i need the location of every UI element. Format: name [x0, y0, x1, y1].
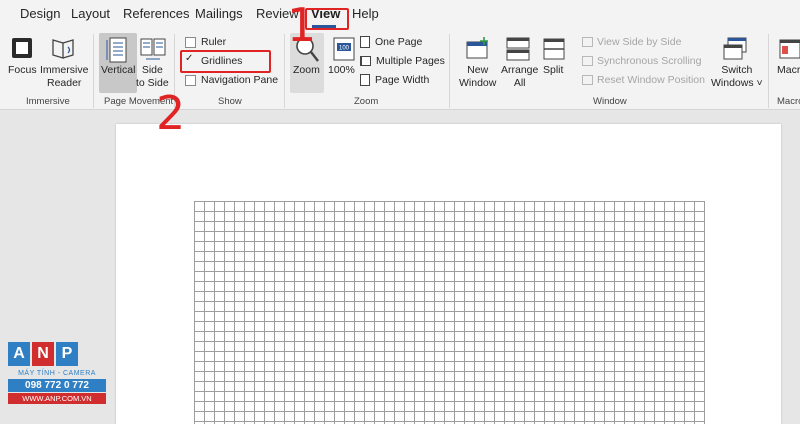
one-page-label: One Page: [375, 36, 423, 48]
page-width-label: Page Width: [375, 74, 430, 86]
new-window-button[interactable]: New Window: [459, 64, 496, 90]
ruler-checkbox-box[interactable]: [185, 36, 196, 48]
view-side-by-side-icon: [582, 37, 593, 47]
switch-windows-line1: Switch: [721, 64, 753, 76]
arrange-all-line1: Arrange: [501, 64, 539, 76]
anp-logo: A N P MÁY TÍNH - CAMERA 098 772 0 772 WW…: [8, 342, 106, 418]
logo-letter-a: A: [8, 342, 30, 366]
new-window-line1: New: [467, 64, 489, 76]
arrange-all-button[interactable]: Arrange All: [501, 64, 538, 90]
navigation-pane-checkbox[interactable]: Navigation Pane: [185, 74, 278, 86]
ribbon: Focus Immersive Reader Immersive Vertica…: [0, 30, 800, 110]
group-label-window: Window: [593, 96, 627, 107]
synchronous-scrolling-button[interactable]: Synchronous Scrolling: [582, 55, 701, 67]
view-side-by-side-label: View Side by Side: [597, 36, 682, 48]
new-window-line2: Window: [459, 77, 497, 89]
switch-windows-icon[interactable]: [722, 36, 748, 67]
immersive-reader-line2: Reader: [46, 77, 82, 89]
zoom-button[interactable]: Zoom: [293, 64, 320, 77]
tab-mailings[interactable]: Mailings: [195, 6, 243, 21]
arrange-all-line2: All: [513, 77, 526, 89]
tab-design[interactable]: Design: [20, 6, 60, 21]
step-number-1: 1: [287, 0, 317, 52]
logo-letter-p: P: [56, 342, 78, 366]
zoom-100-icon-text: 100: [339, 46, 350, 52]
reset-window-position-button[interactable]: Reset Window Position: [582, 74, 705, 86]
tab-layout[interactable]: Layout: [71, 6, 110, 21]
one-page-button[interactable]: One Page: [360, 36, 422, 48]
immersive-reader-icon[interactable]: [50, 35, 76, 66]
logo-tagline: MÁY TÍNH - CAMERA: [18, 370, 96, 377]
zoom-100-button[interactable]: 100%: [328, 64, 355, 77]
synchronous-scrolling-icon: [582, 56, 593, 66]
one-page-icon: [360, 36, 370, 48]
page-width-button[interactable]: Page Width: [360, 74, 429, 86]
step-number-2: 2: [156, 86, 186, 140]
ribbon-tab-bar: Design Layout References Mailings Review…: [0, 0, 800, 30]
logo-phone: 098 772 0 772: [8, 379, 106, 392]
group-separator: [284, 34, 285, 108]
logo-letter-n: N: [32, 342, 54, 366]
synchronous-scrolling-label: Synchronous Scrolling: [597, 55, 702, 67]
tab-help[interactable]: Help: [352, 6, 379, 21]
vertical-button[interactable]: Vertical: [101, 64, 135, 77]
logo-letters: A N P: [8, 342, 106, 366]
navigation-pane-label: Navigation Pane: [201, 74, 279, 86]
macros-icon[interactable]: [778, 36, 800, 67]
tab-references[interactable]: References: [123, 6, 189, 21]
ruler-checkbox[interactable]: Ruler: [185, 36, 226, 48]
focus-button[interactable]: Focus: [8, 64, 37, 77]
group-separator: [93, 34, 94, 108]
logo-website: WWW.ANP.COM.VN: [8, 393, 106, 404]
side-to-side-line1: Side: [141, 64, 163, 76]
immersive-reader-button[interactable]: Immersive Reader: [40, 64, 88, 90]
group-label-show: Show: [218, 96, 242, 107]
group-label-macros: Macros: [777, 96, 800, 107]
ruler-label: Ruler: [201, 36, 227, 48]
immersive-reader-line1: Immersive: [40, 64, 89, 76]
multiple-pages-label: Multiple Pages: [376, 55, 445, 67]
split-button[interactable]: Split: [543, 64, 563, 77]
switch-windows-button[interactable]: Switch Windows ˅: [711, 64, 763, 90]
switch-windows-line2: Windows ˅: [711, 77, 763, 89]
arrange-all-icon[interactable]: [505, 36, 531, 67]
multiple-pages-button[interactable]: Multiple Pages: [360, 55, 445, 67]
zoom-100-icon[interactable]: 100: [333, 37, 355, 66]
side-to-side-icon[interactable]: [140, 37, 166, 66]
reset-window-position-icon: [582, 75, 593, 85]
group-label-immersive: Immersive: [26, 96, 70, 107]
group-label-zoom: Zoom: [354, 96, 379, 107]
view-side-by-side-button[interactable]: View Side by Side: [582, 36, 681, 48]
new-window-icon[interactable]: [465, 36, 491, 67]
group-separator: [449, 34, 450, 108]
gridlines: [194, 201, 705, 424]
split-icon[interactable]: [542, 37, 566, 66]
reset-window-position-label: Reset Window Position: [597, 74, 705, 86]
page-width-icon: [360, 74, 370, 86]
navigation-pane-checkbox-box[interactable]: [185, 74, 196, 86]
gridlines-highlight-box: [180, 50, 271, 73]
multiple-pages-icon: [360, 56, 371, 66]
group-separator: [768, 34, 769, 108]
focus-icon[interactable]: [10, 36, 34, 65]
macros-button[interactable]: Macros: [777, 64, 800, 77]
